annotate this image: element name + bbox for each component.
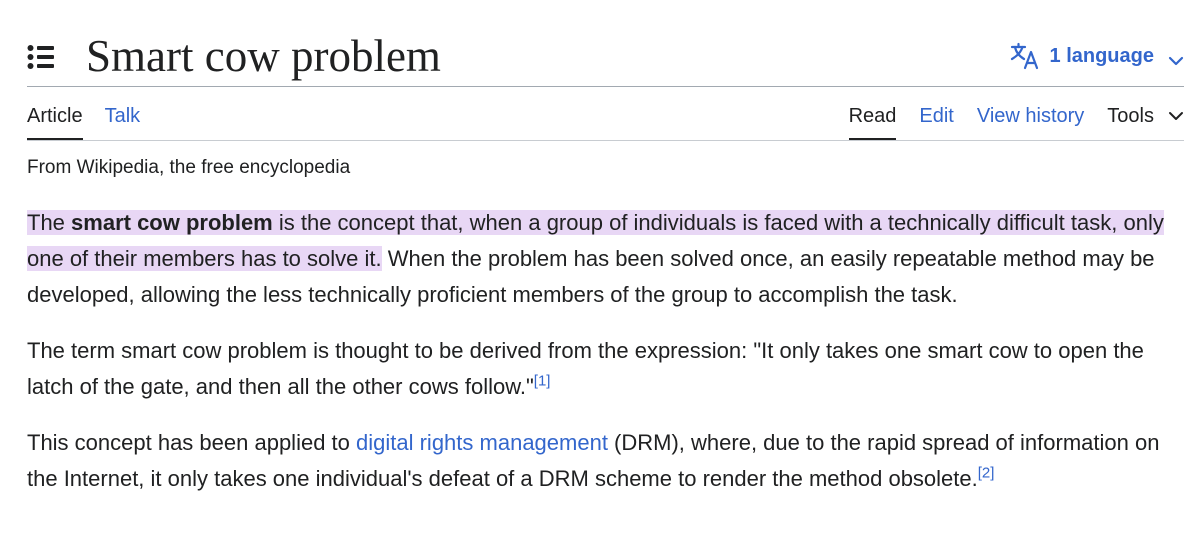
- paragraph-etymology: The term smart cow problem is thought to…: [27, 333, 1184, 405]
- citation-ref: [2]: [978, 465, 995, 482]
- namespace-tabs: Article Talk: [27, 104, 140, 141]
- translate-icon: [1010, 42, 1040, 70]
- tab-view-history[interactable]: View history: [977, 104, 1084, 138]
- site-tagline: From Wikipedia, the free encyclopedia: [27, 157, 351, 178]
- view-tabs: Read Edit View history Tools: [848, 104, 1184, 141]
- tools-menu[interactable]: Tools: [1107, 104, 1184, 138]
- citation-ref: [1]: [534, 373, 551, 390]
- language-button[interactable]: 1 language: [1010, 40, 1184, 72]
- page-title: Smart cow problem: [86, 31, 441, 81]
- title-divider: [27, 86, 1184, 87]
- etymology-text: The term smart cow problem is thought to…: [27, 338, 1144, 399]
- toc-toggle-icon[interactable]: [27, 44, 55, 70]
- tab-talk[interactable]: Talk: [105, 104, 141, 141]
- tools-label: Tools: [1107, 105, 1154, 127]
- bold-term: smart cow problem: [71, 210, 273, 235]
- chevron-down-icon: [1168, 50, 1184, 66]
- tab-read[interactable]: Read: [848, 104, 897, 141]
- tab-edit[interactable]: Edit: [919, 104, 953, 138]
- tabs-divider: [27, 140, 1184, 141]
- article-body: The smart cow problem is the concept tha…: [27, 205, 1184, 517]
- language-label: 1 language: [1049, 44, 1154, 67]
- paragraph-drm: This concept has been applied to digital…: [27, 425, 1184, 497]
- tab-article[interactable]: Article: [27, 104, 83, 141]
- drm-text-before: This concept has been applied to: [27, 430, 357, 455]
- intro-lead: The: [27, 210, 72, 235]
- chevron-down-icon: [1169, 112, 1183, 120]
- citation-link-2[interactable]: [2]: [978, 465, 995, 482]
- citation-link-1[interactable]: [1]: [534, 373, 551, 390]
- paragraph-intro: The smart cow problem is the concept tha…: [27, 205, 1184, 313]
- link-digital-rights-management[interactable]: digital rights management: [356, 430, 608, 455]
